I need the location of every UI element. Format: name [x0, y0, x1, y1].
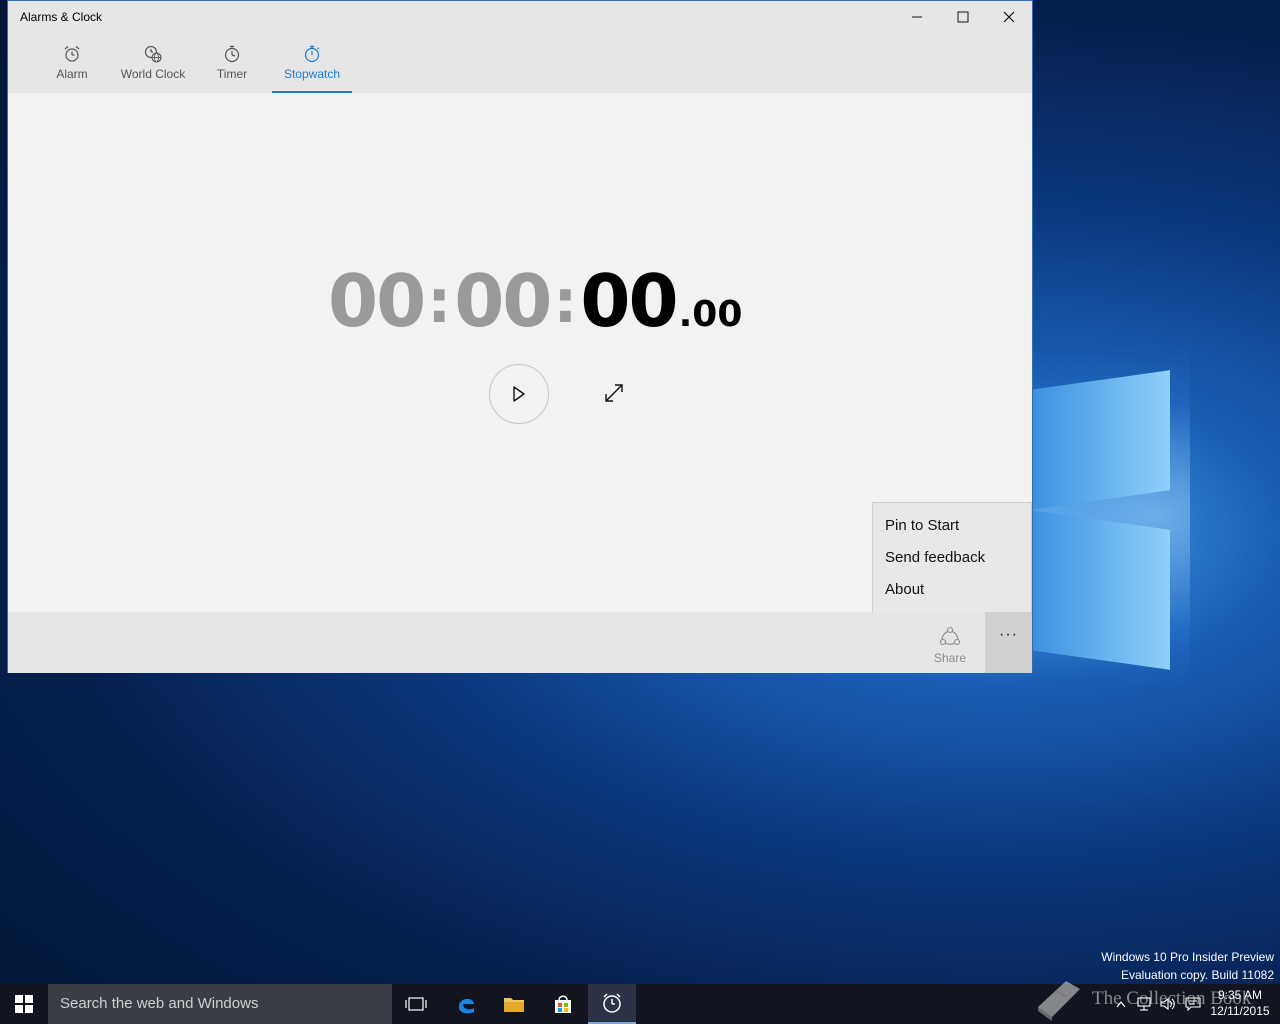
timer-icon — [224, 45, 240, 63]
book-logo-icon — [1038, 981, 1080, 1021]
menu-item-pin-to-start[interactable]: Pin to Start — [873, 513, 1031, 545]
tab-alarm[interactable]: Alarm — [50, 33, 94, 93]
window-title: Alarms & Clock — [20, 10, 103, 24]
play-icon — [513, 386, 525, 402]
menu-item-about[interactable]: About — [873, 577, 1031, 609]
file-explorer-button[interactable] — [490, 984, 538, 1024]
expand-button[interactable] — [598, 377, 630, 409]
tab-world-clock[interactable]: World Clock — [116, 33, 190, 93]
command-bar: Share ··· — [8, 612, 1032, 673]
alarms-clock-window: Alarms & Clock Alarm World Clock Timer S… — [7, 0, 1033, 673]
brand-watermark: The Collection Book — [1032, 975, 1272, 1023]
title-bar[interactable]: Alarms & Clock — [8, 1, 1032, 33]
task-view-icon — [405, 997, 427, 1011]
tab-alarm-label: Alarm — [56, 67, 88, 81]
store-bag-icon — [555, 995, 571, 1013]
search-box[interactable]: Search the web and Windows — [48, 984, 392, 1024]
tab-stopwatch[interactable]: Stopwatch — [272, 33, 352, 93]
expand-icon — [605, 384, 623, 402]
tab-timer-label: Timer — [216, 67, 248, 81]
hours-value: 00 — [328, 259, 426, 343]
share-button[interactable]: Share — [920, 612, 980, 673]
start-button-windows[interactable] — [0, 984, 48, 1024]
separator: : — [553, 267, 578, 337]
store-button[interactable] — [539, 984, 587, 1024]
tab-timer[interactable]: Timer — [212, 33, 252, 93]
start-button[interactable] — [489, 364, 549, 424]
world-clock-icon — [144, 45, 162, 63]
windows-logo-wallpaper — [1030, 350, 1180, 680]
edge-icon — [458, 998, 474, 1014]
fraction-value: .00 — [678, 294, 743, 335]
maximize-icon — [957, 11, 969, 23]
tab-stopwatch-label: Stopwatch — [283, 67, 341, 81]
alarm-clock-icon — [64, 46, 80, 62]
tab-bar: Alarm World Clock Timer Stopwatch — [8, 33, 1032, 93]
minimize-icon — [912, 16, 922, 18]
minimize-button[interactable] — [894, 1, 940, 33]
windows-logo-icon — [15, 995, 33, 1013]
separator: : — [427, 267, 452, 337]
stopwatch-readout: 00 : 00 : 00 .00 — [328, 259, 748, 349]
close-button[interactable] — [986, 1, 1032, 33]
maximize-button[interactable] — [940, 1, 986, 33]
stopwatch-icon — [304, 45, 320, 63]
more-button[interactable]: ··· — [985, 612, 1032, 673]
edge-browser-button[interactable] — [442, 984, 490, 1024]
watermark-edition: Windows 10 Pro Insider Preview — [1101, 950, 1274, 964]
seconds-value: 00 — [580, 259, 678, 343]
share-icon — [939, 626, 961, 646]
menu-item-send-feedback[interactable]: Send feedback — [873, 545, 1031, 577]
minutes-value: 00 — [454, 259, 552, 343]
alarm-clock-icon — [603, 993, 621, 1013]
alarms-clock-taskbar-button[interactable] — [588, 984, 636, 1024]
task-view-button[interactable] — [392, 984, 440, 1024]
folder-icon — [504, 998, 524, 1012]
share-label: Share — [933, 651, 967, 665]
more-options-menu: Pin to Start Send feedback About — [872, 502, 1032, 613]
brand-watermark-text: The Collection Book — [1092, 988, 1252, 1009]
tab-world-clock-label: World Clock — [120, 67, 186, 81]
close-icon — [1003, 11, 1015, 23]
